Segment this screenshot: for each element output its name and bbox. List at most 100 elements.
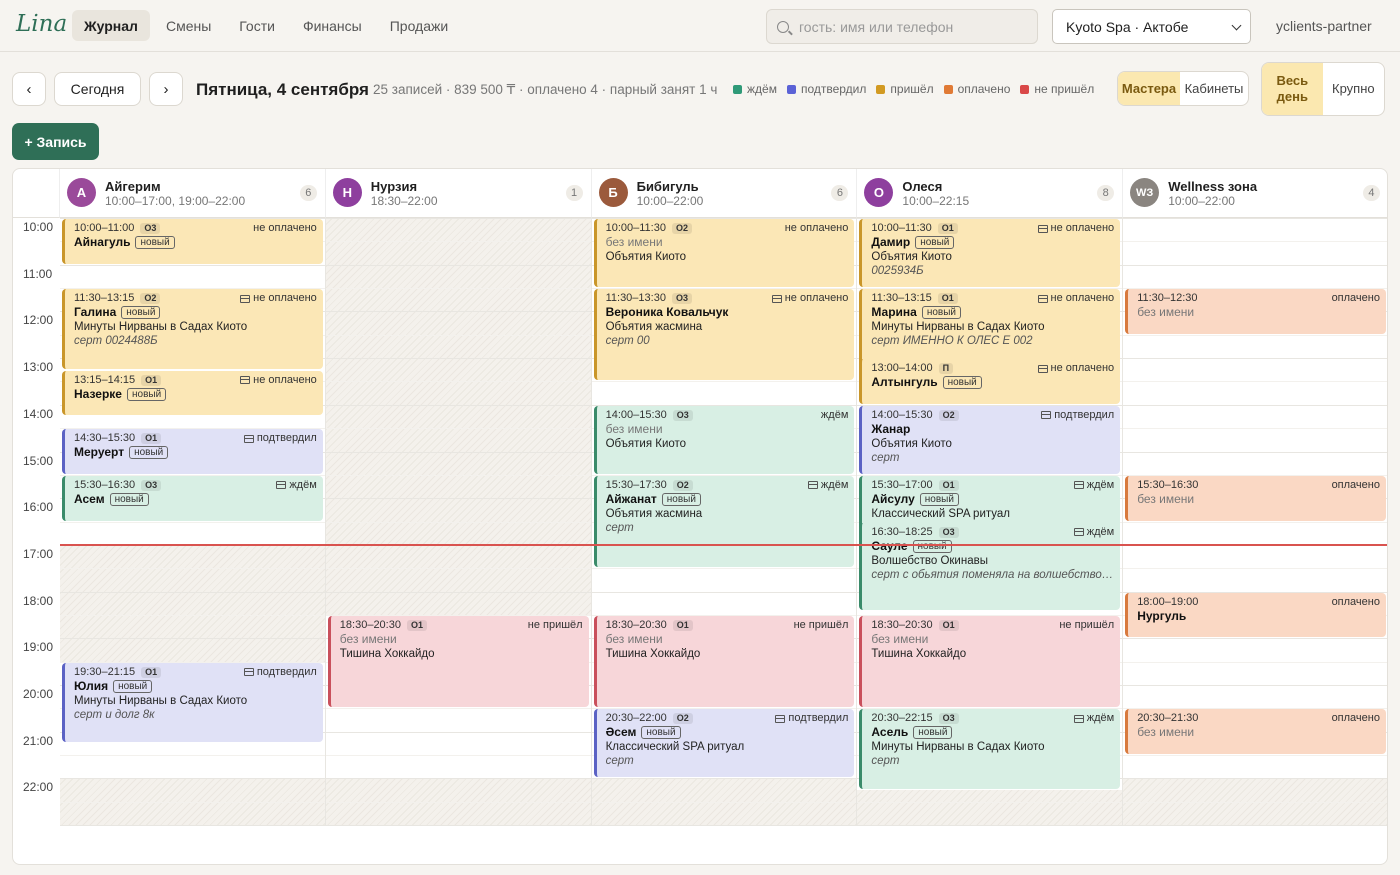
nav-journal[interactable]: Журнал — [72, 10, 150, 41]
appointment-time: 11:30–13:15 — [871, 292, 932, 305]
appointment-card[interactable]: 20:30–21:30 оплачено без имени — [1125, 709, 1386, 755]
add-appointment-button[interactable]: + Запись — [12, 123, 99, 160]
status-label: не оплачено — [1050, 362, 1115, 375]
legend-swatch — [786, 84, 796, 94]
status-label: оплачено — [1331, 292, 1380, 305]
avatar: Н — [332, 178, 362, 207]
appointment-card[interactable]: 14:30–15:30 О1 подтвердил Меруерт новый — [62, 429, 323, 474]
avatar: А — [67, 178, 96, 207]
next-day-button[interactable]: › — [149, 72, 183, 106]
room-badge: О1 — [937, 293, 958, 305]
appointment-card[interactable]: 18:30–20:30 О1 не пришёл без имени Тишина Хо… — [593, 615, 855, 708]
client-name: Нургуль — [1137, 609, 1380, 624]
prev-day-button[interactable]: ‹ — [12, 72, 46, 106]
appointment-status: оплачено — [1332, 292, 1380, 305]
legend-label: подтвердил — [800, 82, 867, 96]
appointment-note: серт и долг 8к — [74, 708, 155, 721]
appointment-status: не пришёл — [1059, 619, 1114, 632]
calendar-grid: 10:00 11:00 12:00 13:00 14:00 15:00 16:00 17:00… — [12, 168, 1388, 865]
appointment-card[interactable]: 20:30–22:15 О3 ждём Асель новый Минуты Нирван… — [859, 709, 1121, 790]
appointment-card[interactable]: 18:30–20:30 О1 не пришёл без имени Тишина Хо… — [859, 615, 1121, 708]
master-header[interactable]: WЗ Wellness зона 10:00–22:00 4 — [1123, 169, 1387, 218]
hour-label: 20:00 — [23, 687, 54, 701]
client-name-text: Айсулу — [871, 491, 915, 506]
appointment-time-block: 15:30–16:30 О3 — [74, 479, 162, 492]
appointment-status: не оплачено — [771, 292, 848, 305]
client-name: Айсулу новый — [871, 492, 1114, 507]
main-nav: Журнал Смены Гости Финансы Продажи — [72, 10, 460, 41]
appointment-header-row: 18:30–20:30 О1 не пришёл — [871, 619, 1114, 632]
today-button[interactable]: Сегодня — [54, 72, 141, 106]
master-header[interactable]: О Олеся 10:00–22:15 8 — [857, 169, 1124, 218]
legend-item: ждём — [733, 82, 777, 96]
appointment-time: 18:00–19:00 — [1137, 595, 1199, 608]
appointment-card[interactable]: 11:30–13:30 О3 не оплачено Вероника Ковальч… — [593, 289, 855, 381]
appointment-card[interactable]: 15:30–17:30 О2 ждём Айжанат новый Объятия жас… — [593, 475, 855, 568]
client-name-text: Дамир — [871, 235, 911, 249]
hour-label: 17:00 — [23, 546, 54, 561]
master-header[interactable]: Н Нурзия 18:30–22:00 1 — [325, 169, 592, 218]
client-name-text: Асель — [871, 725, 909, 740]
service-name: Объятия Киото — [605, 251, 687, 263]
appointment-header-row: 10:00–11:30 О2 не оплачено — [605, 222, 848, 235]
appointment-card[interactable]: 11:30–13:15 О1 не оплачено Марина новый Минут… — [859, 289, 1121, 369]
appointment-time-block: 20:30–22:00 О2 — [606, 712, 693, 725]
appointment-card[interactable]: 14:00–15:30 О2 подтвердил Жанар Объятия Киот… — [859, 405, 1121, 474]
status-label: ждём — [289, 478, 317, 491]
appointment-card[interactable]: 14:00–15:30 О3 ждём без имени Объятия Киото — [593, 405, 855, 474]
register-icon — [1037, 364, 1048, 373]
appointment-card[interactable]: 13:15–14:15 О1 не оплачено Назерке новый — [62, 370, 323, 416]
appointment-note: серт — [871, 451, 900, 464]
view-masters-tab[interactable]: Мастера — [1118, 72, 1180, 105]
status-label: ждём — [1086, 478, 1115, 491]
hour-label: 14:00 — [23, 406, 54, 421]
master-header[interactable]: Б Бибигуль 10:00–22:00 6 — [591, 169, 858, 218]
master-header[interactable]: А Айгерим 10:00–17:00, 19:00–22:00 6 — [60, 169, 326, 218]
appointment-header-row: 11:30–13:15 О1 не оплачено — [871, 292, 1114, 305]
nav-finance[interactable]: Финансы — [291, 10, 374, 41]
chevron-right-icon: › — [163, 80, 169, 98]
search-input[interactable] — [799, 18, 1019, 35]
appointment-time-block: 18:30–20:30 О1 — [871, 619, 959, 632]
hour-label: 18:00 — [23, 593, 54, 608]
user-account[interactable]: yclients-partner — [1276, 18, 1372, 34]
appointment-card[interactable]: 15:30–16:30 оплачено без имени — [1125, 475, 1386, 521]
appointment-time-block: 13:00–14:00 П — [871, 362, 954, 375]
app-logo[interactable]: Lina — [16, 11, 67, 37]
appointment-time-block: 19:30–21:15 О1 — [74, 666, 162, 679]
appointment-status: оплачено — [1332, 712, 1380, 725]
range-big-tab[interactable]: Крупно — [1323, 63, 1384, 115]
appointment-card[interactable]: 10:00–11:30 О1 не оплачено Дамир новый Объяти… — [859, 219, 1121, 288]
appointment-header-row: 19:30–21:15 О1 подтвердил — [74, 666, 317, 679]
appointment-card[interactable]: 18:00–19:00 оплачено Нургуль — [1125, 592, 1386, 638]
branch-select[interactable]: Kyoto Spa · Актобе — [1052, 9, 1251, 44]
journal-toolbar: ‹ Сегодня › Пятница, 4 сентября 25 запис… — [0, 62, 1400, 122]
hour-label: 21:00 — [23, 733, 54, 748]
status-legend: ждём подтвердил пришёл оплачено не пришёл — [733, 82, 1094, 96]
appointment-card[interactable]: 13:00–14:00 П не оплачено Алтынгуль новый — [859, 359, 1121, 404]
master-name: Бибигуль — [636, 179, 699, 194]
nav-guests[interactable]: Гости — [227, 10, 287, 41]
appointment-card[interactable]: 10:00–11:00 О3 не оплачено Айнагуль новый — [62, 219, 323, 264]
appointment-card[interactable]: 18:30–20:30 О1 не пришёл без имени Тишина Хо… — [327, 615, 589, 708]
appointment-card[interactable]: 19:30–21:15 О1 подтвердил Юлия новый Минуты Н… — [62, 662, 323, 743]
range-day-tab[interactable]: Весь день — [1262, 63, 1323, 115]
status-label: оплачено — [1331, 478, 1380, 491]
view-rooms-tab[interactable]: Кабинеты — [1180, 72, 1248, 105]
service-name: Объятия жасмина — [605, 507, 703, 520]
nav-sales[interactable]: Продажи — [378, 10, 460, 41]
nav-shifts[interactable]: Смены — [154, 10, 223, 41]
appointment-card[interactable]: 16:30–18:25 О3 ждём Сауле новыйВолшебство Ок… — [859, 522, 1121, 611]
appointment-time-block: 14:30–15:30 О1 — [74, 432, 162, 445]
appointment-card[interactable]: 10:00–11:30 О2 не оплачено без имени Объятия… — [593, 219, 855, 288]
room-badge: О3 — [141, 479, 162, 491]
appointment-card[interactable]: 11:30–13:15 О2 не оплачено Галина новый Минут… — [62, 289, 323, 369]
appointment-card[interactable]: 20:30–22:00 О2 подтвердил Әсем новый Классиче… — [593, 709, 855, 778]
appointment-time: 10:00–11:30 — [605, 222, 666, 234]
appointment-card[interactable]: 15:30–16:30 О3 ждём Асем новый — [62, 475, 323, 521]
client-name: Алтынгуль новый — [871, 375, 1114, 390]
appointment-card[interactable]: 11:30–12:30 оплачено без имени — [1125, 289, 1386, 334]
service-name: Тишина Хоккайдо — [339, 647, 435, 660]
room-badge: О1 — [406, 619, 427, 631]
appointment-header-row: 11:30–13:30 О3 не оплачено — [606, 292, 848, 305]
